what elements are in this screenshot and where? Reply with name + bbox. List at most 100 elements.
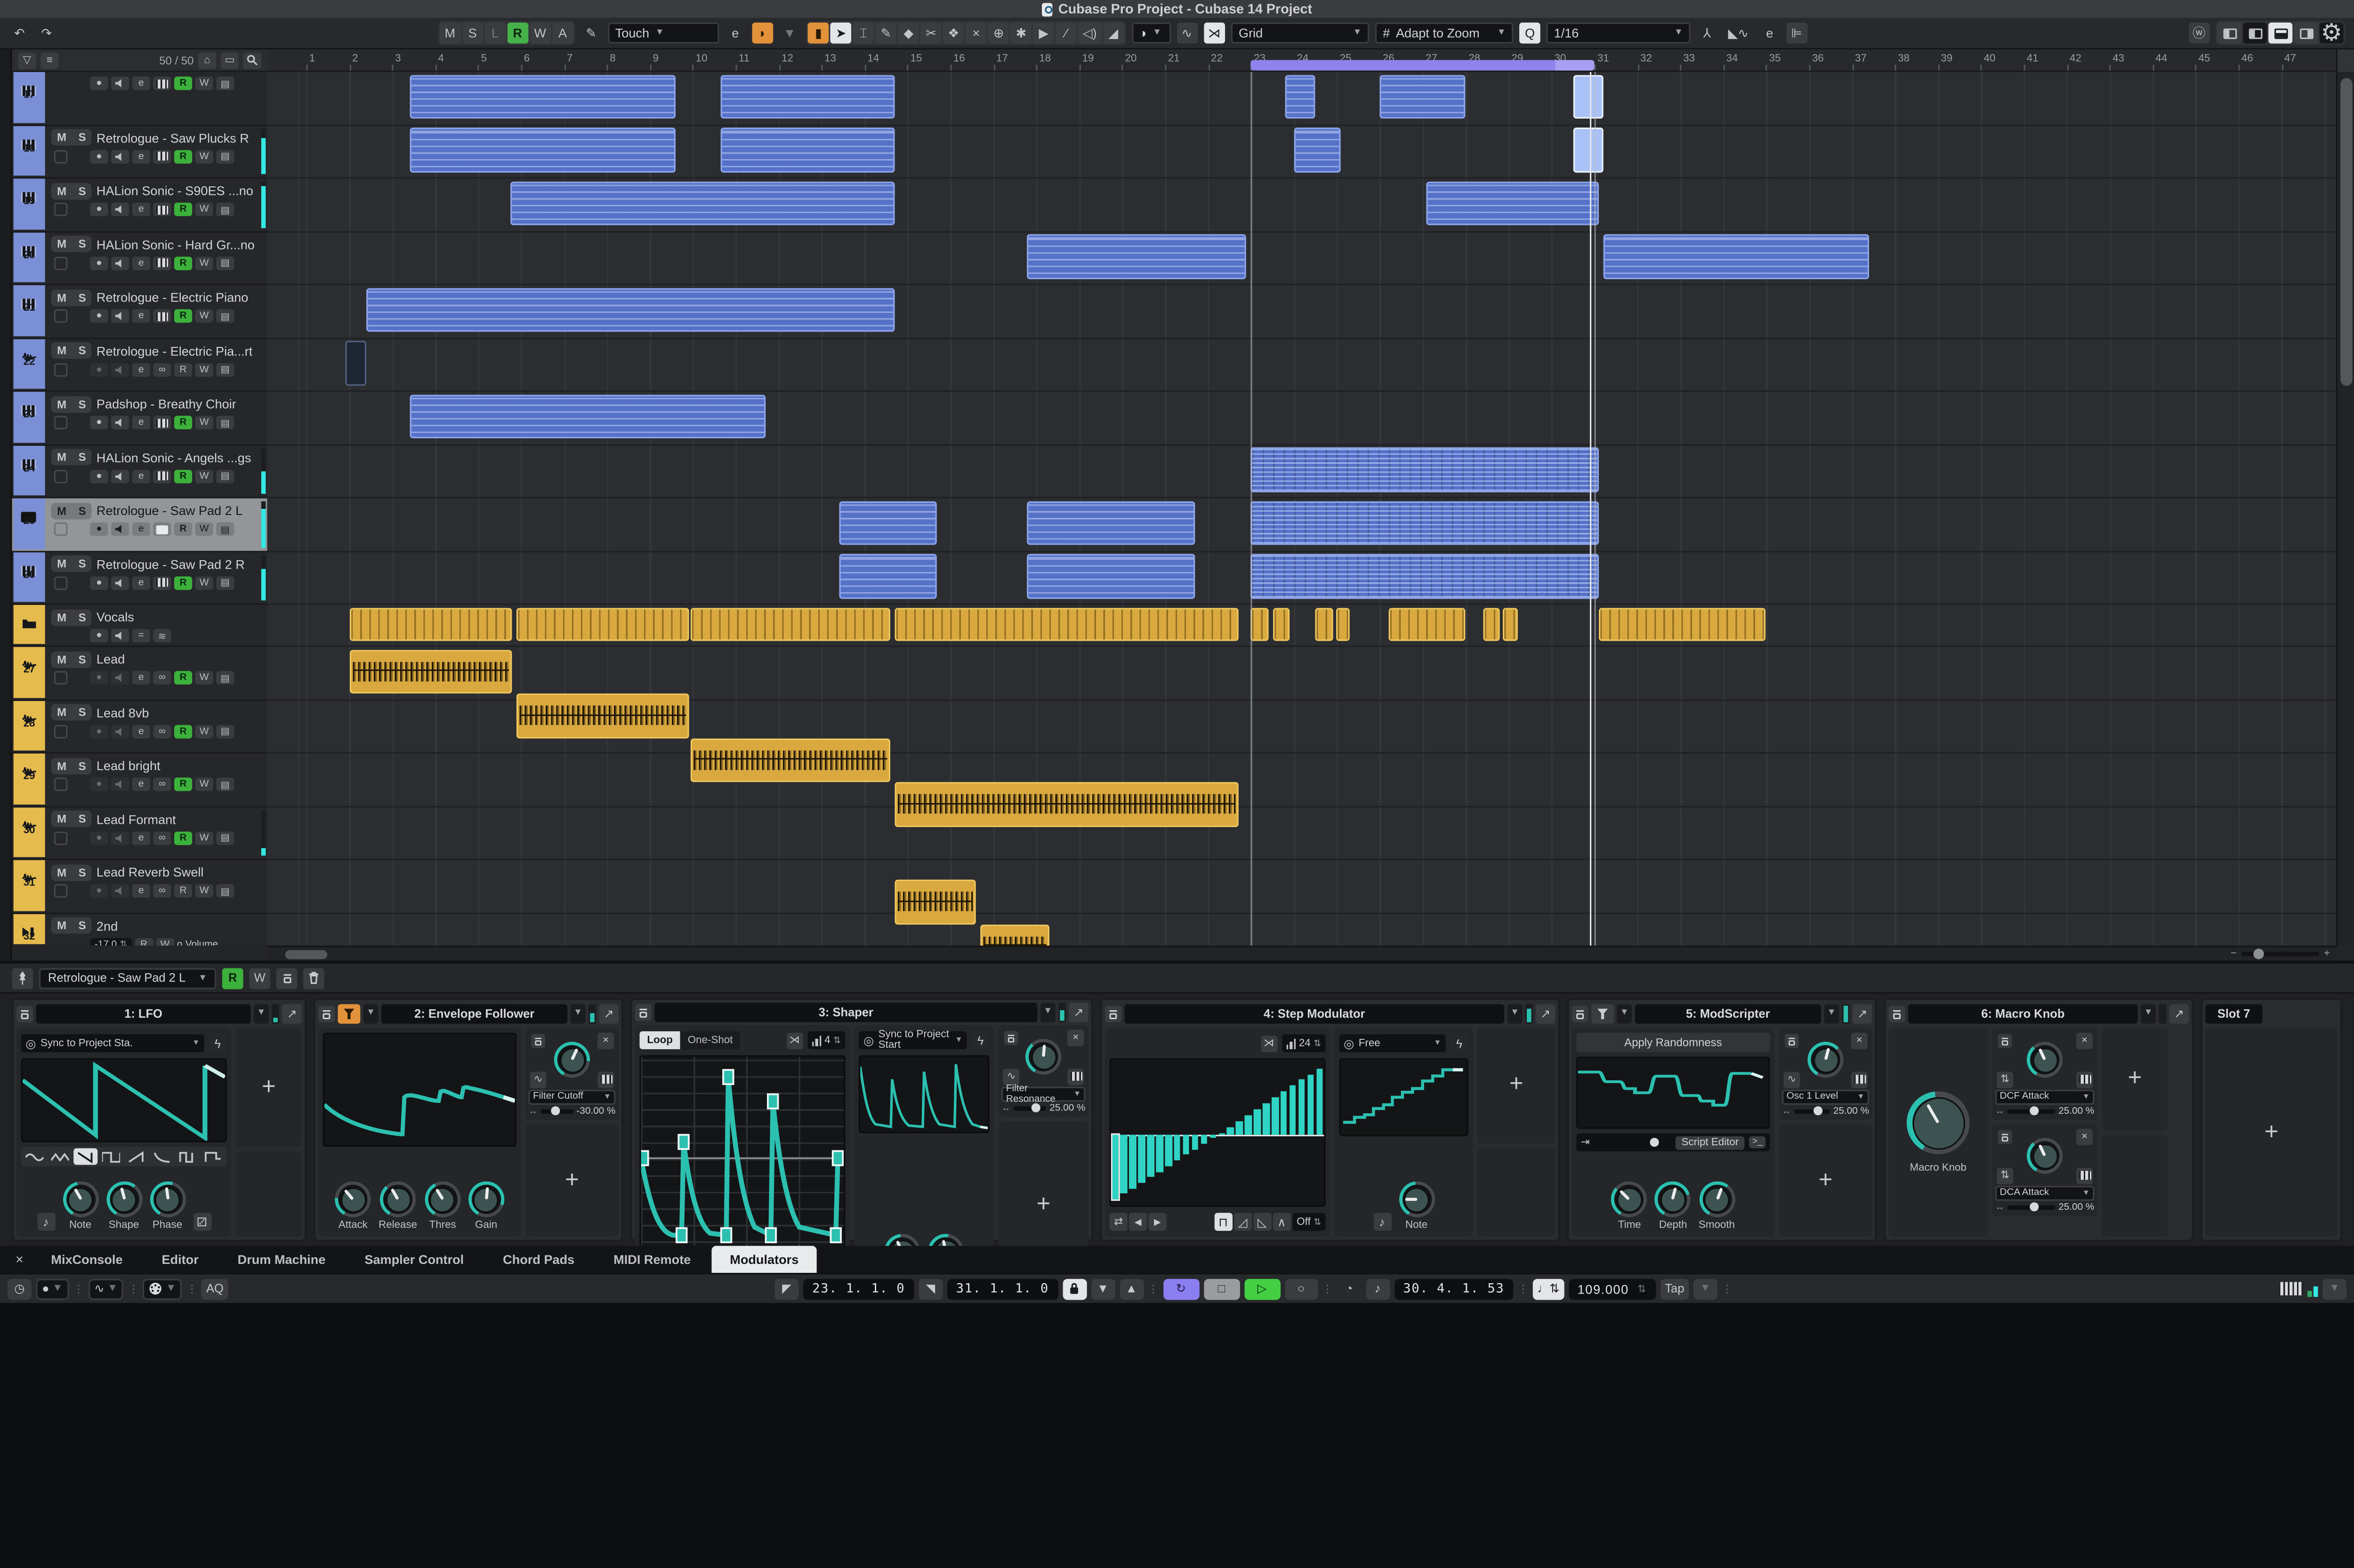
bipolar-icon[interactable]: ⇅ — [1997, 1071, 2014, 1088]
remove-destination-icon[interactable]: × — [2076, 1032, 2093, 1049]
square-shape-icon[interactable] — [99, 1148, 123, 1165]
redo-icon[interactable]: ↷ — [36, 23, 57, 44]
read-automation-button[interactable]: R — [174, 830, 193, 844]
monitor-button[interactable] — [111, 76, 129, 90]
sync-icon[interactable]: ◷ — [7, 1278, 32, 1299]
audition-tool-icon[interactable]: ◁) — [1078, 22, 1102, 44]
depth-knob[interactable] — [1655, 1181, 1691, 1218]
edit-channel-button[interactable]: e — [132, 830, 150, 844]
destination-slot-empty[interactable]: + — [2102, 1134, 2168, 1237]
audio-activity-dropdown[interactable]: ∿ ▼ — [88, 1278, 124, 1299]
clip[interactable] — [1250, 447, 1599, 492]
snap-type-dropdown[interactable]: Grid ▼ — [1231, 22, 1370, 44]
close-lower-zone-icon[interactable]: × — [9, 1252, 30, 1267]
chevron-down-icon[interactable]: ▼ — [570, 1004, 586, 1024]
step-bar[interactable] — [1227, 1126, 1234, 1136]
monitor-button[interactable] — [111, 830, 129, 844]
write-automation-button[interactable]: W — [249, 967, 270, 989]
lower-zone-toggle[interactable] — [2268, 22, 2293, 44]
track-row-18[interactable]: 18 M S Retrologue - Saw Plucks R ● e R W ▤ — [12, 125, 267, 179]
step-bar[interactable] — [1307, 1074, 1314, 1136]
track-lane-30[interactable] — [267, 807, 2336, 860]
stop-button[interactable]: □ — [1203, 1278, 1240, 1299]
edit-channel-button[interactable]: e — [132, 575, 150, 589]
curve-icon[interactable]: ∿ — [1003, 1068, 1020, 1085]
clip[interactable] — [1427, 181, 1599, 225]
terminal-icon[interactable]: >_ — [1749, 1136, 1766, 1149]
clip[interactable] — [409, 128, 676, 172]
clip[interactable] — [1388, 607, 1466, 641]
insert-state-box[interactable] — [54, 575, 68, 589]
play-tool-icon[interactable]: ▶ — [1033, 22, 1055, 44]
grid-type-dropdown[interactable]: # Adapt to Zoom ▼ — [1375, 22, 1514, 44]
sidechain-dropdown-icon[interactable]: ▼ — [1617, 1004, 1632, 1024]
solo-button[interactable]: S — [73, 704, 92, 721]
instrument-button[interactable] — [153, 469, 171, 483]
mute-all-button[interactable]: M — [439, 22, 461, 44]
sidechain-input-icon[interactable] — [338, 1004, 361, 1024]
record-arm-button[interactable]: ● — [90, 629, 108, 643]
ramp-down-pattern-icon[interactable]: ◺ — [1253, 1213, 1272, 1231]
step-bar[interactable] — [1272, 1097, 1279, 1136]
destination-parameter-dropdown[interactable]: DCA Attack ▼ — [1995, 1185, 2095, 1200]
instrument-button[interactable] — [153, 76, 171, 90]
write-automation-button[interactable]: W — [195, 76, 213, 90]
bypass-icon[interactable] — [1784, 1033, 1799, 1047]
clip[interactable] — [349, 607, 513, 641]
read-automation-button[interactable]: R — [174, 202, 193, 217]
lock-punch-icon[interactable] — [1062, 1278, 1087, 1299]
auto-scroll-options-icon[interactable]: ▼ — [779, 23, 800, 44]
track-name[interactable]: Retrologue - Saw Plucks R — [97, 130, 249, 145]
auto-quantize-button[interactable]: AQ — [202, 1278, 228, 1299]
clip[interactable] — [1250, 500, 1599, 545]
edit-channel-button[interactable]: e — [132, 469, 150, 483]
goto-left-locator-icon[interactable]: ◤ — [774, 1278, 799, 1299]
step-bar[interactable] — [1201, 1135, 1208, 1144]
write-automation-button[interactable]: W — [195, 256, 213, 270]
step-shape-icon[interactable] — [201, 1148, 225, 1165]
macro-knob[interactable] — [1906, 1091, 1970, 1155]
insert-state-box[interactable] — [54, 256, 68, 270]
shift-right-icon[interactable]: ▶ — [1148, 1213, 1167, 1231]
triangle-pattern-icon[interactable]: ∧ — [1273, 1213, 1291, 1231]
slope-off-selector[interactable]: Off ⇅ — [1292, 1213, 1326, 1231]
clip[interactable] — [1603, 234, 1870, 279]
step-bar[interactable] — [1280, 1092, 1288, 1136]
project-position-display[interactable]: 30. 4. 1. 53 — [1394, 1278, 1514, 1299]
note-knob[interactable] — [1398, 1181, 1435, 1218]
edit-channel-button[interactable]: e — [132, 884, 150, 898]
mute-button[interactable]: M — [51, 342, 72, 359]
destination-amount[interactable]: ↔ -30.00 % — [528, 1106, 615, 1117]
track-row-25[interactable]: 25 M S Retrologue - Saw Pad 2 L ● e R W ▤ — [12, 498, 267, 552]
write-automation-button[interactable]: W — [156, 937, 174, 946]
edit-channel-button[interactable]: e — [132, 309, 150, 323]
mute-button[interactable]: M — [51, 236, 72, 252]
time-knob[interactable] — [1611, 1181, 1648, 1218]
square-pattern-icon[interactable]: ⊓ — [1214, 1213, 1233, 1231]
line-tool-icon[interactable]: ∕ — [1056, 22, 1077, 44]
mute-button[interactable]: M — [51, 502, 72, 519]
solo-button[interactable]: S — [73, 502, 92, 519]
record-arm-button[interactable]: ● — [90, 724, 108, 738]
keyboard-range-icon[interactable] — [2076, 1071, 2093, 1088]
playhead[interactable] — [1590, 72, 1592, 946]
pulse-shape-icon[interactable] — [176, 1148, 200, 1165]
instrument-button[interactable] — [153, 309, 171, 323]
channel-button[interactable]: ∞ — [153, 724, 171, 738]
clip[interactable] — [409, 394, 766, 439]
track-row-21[interactable]: 21 M S Retrologue - Electric Piano ● e R W ▤ — [12, 285, 267, 339]
zoom-out-icon[interactable]: − — [2231, 949, 2237, 959]
monitor-button[interactable] — [111, 671, 129, 685]
solo-button[interactable]: S — [73, 182, 92, 199]
keyboard-range-icon[interactable] — [1067, 1068, 1084, 1085]
clip[interactable] — [409, 74, 676, 119]
insert-state-box[interactable] — [54, 309, 68, 323]
tab-chord-pads[interactable]: Chord Pads — [485, 1249, 593, 1270]
keyboard-range-icon[interactable] — [1851, 1071, 1868, 1088]
open-in-window-icon[interactable]: ↗ — [1069, 1003, 1088, 1022]
destination-amount[interactable]: ↔ 25.00 % — [1782, 1106, 1869, 1117]
clip[interactable] — [1483, 607, 1500, 641]
time-signature-dropdown[interactable]: ▼ — [1693, 1278, 1717, 1299]
oneshot-button[interactable]: One-Shot — [680, 1031, 740, 1049]
bypass-icon[interactable] — [531, 1033, 546, 1047]
